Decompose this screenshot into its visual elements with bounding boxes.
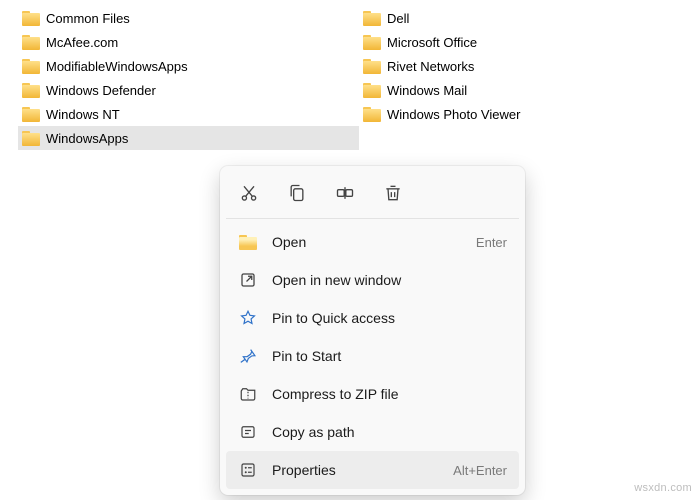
folder-label: Windows Photo Viewer [387,107,520,122]
menu-item-properties[interactable]: Properties Alt+Enter [226,451,519,489]
folder-icon [363,107,381,122]
folder-label: Windows NT [46,107,120,122]
folder-icon [22,59,40,74]
menu-shortcut: Enter [476,235,507,250]
pin-icon [238,346,258,366]
folder-icon [22,83,40,98]
rename-icon [335,183,355,203]
menu-shortcut: Alt+Enter [453,463,507,478]
menu-label: Open in new window [272,272,507,288]
folder-label: Microsoft Office [387,35,477,50]
folder-label: Dell [387,11,409,26]
menu-label: Copy as path [272,424,507,440]
folder-column-left: Common Files McAfee.com ModifiableWindow… [18,6,359,150]
context-menu: Open Enter Open in new window Pin to Qui… [220,166,525,495]
folder-listing: Common Files McAfee.com ModifiableWindow… [0,0,700,150]
folder-column-right: Dell Microsoft Office Rivet Networks Win… [359,6,700,150]
menu-item-compress-zip[interactable]: Compress to ZIP file [226,375,519,413]
cut-button[interactable] [236,180,262,206]
folder-item-windows-mail[interactable]: Windows Mail [359,78,700,102]
folder-item-modifiablewindowsapps[interactable]: ModifiableWindowsApps [18,54,359,78]
menu-item-pin-quick-access[interactable]: Pin to Quick access [226,299,519,337]
folder-label: Windows Defender [46,83,156,98]
menu-label: Pin to Quick access [272,310,507,326]
menu-label: Properties [272,462,453,478]
properties-icon [238,460,258,480]
watermark: wsxdn.com [634,482,692,494]
folder-item-mcafee[interactable]: McAfee.com [18,30,359,54]
folder-item-microsoft-office[interactable]: Microsoft Office [359,30,700,54]
menu-label: Open [272,234,476,250]
menu-item-pin-start[interactable]: Pin to Start [226,337,519,375]
folder-icon [363,11,381,26]
folder-item-windowsapps[interactable]: WindowsApps [18,126,359,150]
menu-label: Compress to ZIP file [272,386,507,402]
copy-icon [287,183,307,203]
menu-item-copy-path[interactable]: Copy as path [226,413,519,451]
folder-item-windows-nt[interactable]: Windows NT [18,102,359,126]
copy-button[interactable] [284,180,310,206]
open-icon [238,232,258,252]
folder-icon [22,11,40,26]
folder-icon [363,83,381,98]
folder-icon [363,59,381,74]
folder-item-common-files[interactable]: Common Files [18,6,359,30]
folder-label: Rivet Networks [387,59,474,74]
menu-item-open-new-window[interactable]: Open in new window [226,261,519,299]
folder-label: WindowsApps [46,131,128,146]
delete-button[interactable] [380,180,406,206]
folder-icon [22,35,40,50]
folder-item-windows-defender[interactable]: Windows Defender [18,78,359,102]
open-new-window-icon [238,270,258,290]
folder-label: McAfee.com [46,35,118,50]
menu-item-open[interactable]: Open Enter [226,223,519,261]
folder-icon [22,107,40,122]
folder-item-windows-photo-viewer[interactable]: Windows Photo Viewer [359,102,700,126]
star-icon [238,308,258,328]
folder-icon [363,35,381,50]
context-menu-icon-row [226,172,519,216]
folder-item-rivet-networks[interactable]: Rivet Networks [359,54,700,78]
folder-label: Common Files [46,11,130,26]
copy-path-icon [238,422,258,442]
trash-icon [383,183,403,203]
scissors-icon [239,183,259,203]
menu-divider [226,218,519,219]
folder-label: ModifiableWindowsApps [46,59,188,74]
rename-button[interactable] [332,180,358,206]
folder-icon [22,131,40,146]
folder-item-dell[interactable]: Dell [359,6,700,30]
folder-label: Windows Mail [387,83,467,98]
menu-label: Pin to Start [272,348,507,364]
zip-icon [238,384,258,404]
